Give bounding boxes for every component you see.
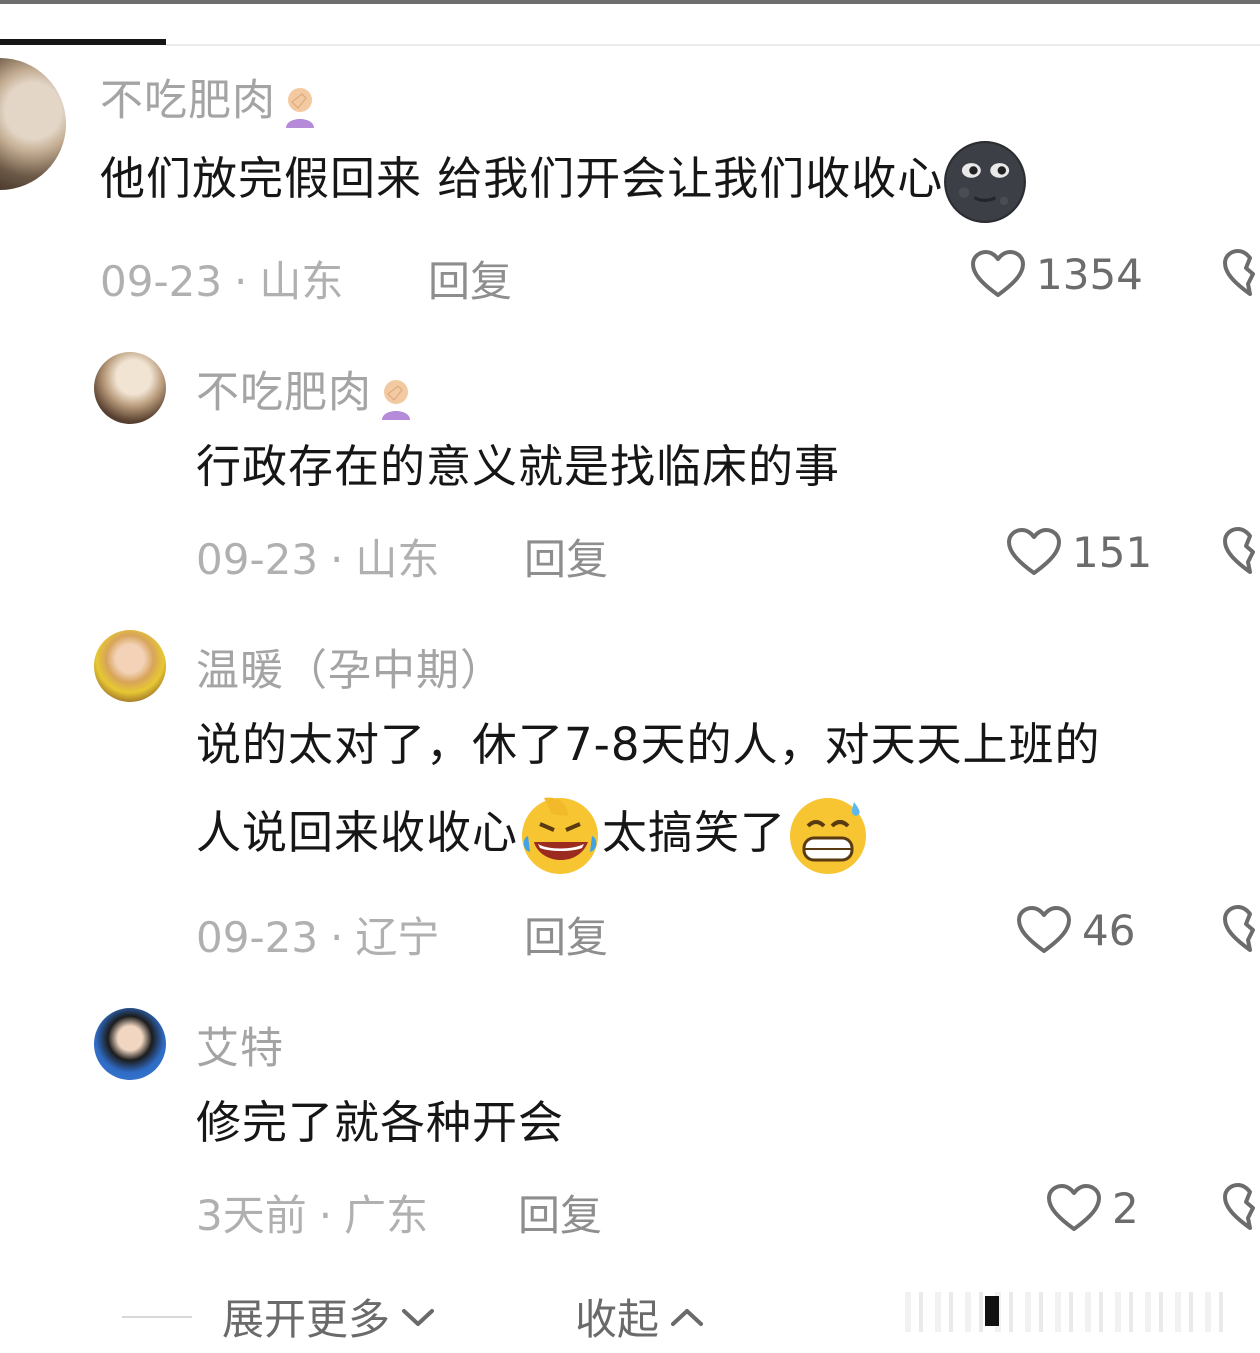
like-count: 151 — [1072, 527, 1153, 577]
dislike-button[interactable] — [1222, 248, 1260, 300]
tab-indicator — [0, 39, 166, 45]
watermark — [905, 1292, 1235, 1332]
broken-heart-icon — [1222, 904, 1260, 954]
reply-button[interactable]: 回复 — [524, 526, 608, 587]
avatar[interactable] — [94, 352, 166, 424]
facepalm-icon — [372, 372, 420, 420]
like-button[interactable]: 151 — [1006, 524, 1152, 580]
grinning-sweat-icon — [786, 794, 870, 878]
like-button[interactable]: 46 — [1016, 902, 1135, 958]
reply-button[interactable]: 回复 — [524, 904, 608, 965]
comment-username[interactable]: 温暖（孕中期） — [196, 636, 504, 698]
like-count: 1354 — [1036, 249, 1143, 299]
chevron-up-icon — [671, 1308, 704, 1326]
facepalm-icon — [276, 80, 324, 128]
avatar[interactable] — [94, 1008, 166, 1080]
reply-button[interactable]: 回复 — [518, 1182, 602, 1243]
dislike-button[interactable] — [1222, 1182, 1260, 1234]
top-rule — [0, 0, 1260, 4]
broken-heart-icon — [1222, 1182, 1260, 1232]
heart-icon — [970, 249, 1026, 299]
comment-meta: 09-23 · 辽宁 — [196, 913, 440, 962]
avatar[interactable] — [94, 630, 166, 702]
new-moon-face-icon — [943, 140, 1027, 224]
chevron-down-icon — [402, 1308, 435, 1326]
collapse-button[interactable]: 收起 — [575, 1286, 705, 1347]
reply-button[interactable]: 回复 — [428, 248, 512, 309]
collapse-label: 收起 — [575, 1295, 660, 1344]
heart-icon — [1016, 905, 1072, 955]
comment-text: 修完了就各种开会 — [196, 1096, 565, 1149]
like-button[interactable]: 1354 — [970, 246, 1143, 302]
comment-text: 他们放完假回来 给我们开会让我们收收心 — [100, 136, 1027, 224]
like-count: 46 — [1082, 905, 1136, 955]
broken-heart-icon — [1222, 248, 1260, 298]
comment-meta: 3天前 · 广东 — [196, 1191, 429, 1240]
watermark-mark — [985, 1296, 999, 1326]
rolling-laughing-icon — [518, 794, 602, 878]
comment-meta: 09-23 · 山东 — [196, 535, 440, 584]
comment-text-line-2: 人说回来收收心 太搞笑了 — [196, 790, 870, 878]
heart-icon — [1046, 1183, 1102, 1233]
broken-heart-icon — [1222, 526, 1260, 576]
like-button[interactable]: 2 — [1046, 1180, 1139, 1236]
expand-more-label: 展开更多 — [222, 1295, 391, 1344]
expand-divider — [122, 1316, 192, 1318]
comment-text-line-1: 说的太对了，休了7-8天的人，对天天上班的 — [196, 718, 1101, 771]
tab-divider — [166, 44, 1260, 46]
dislike-button[interactable] — [1222, 904, 1260, 956]
comment-username[interactable]: 艾特 — [196, 1014, 284, 1076]
like-count: 2 — [1112, 1183, 1139, 1233]
dislike-button[interactable] — [1222, 526, 1260, 578]
comment-username[interactable]: 不吃肥肉 — [196, 358, 420, 420]
heart-icon — [1006, 527, 1062, 577]
expand-more-button[interactable]: 展开更多 — [222, 1286, 436, 1347]
comment-text: 行政存在的意义就是找临床的事 — [196, 440, 841, 493]
comment-meta: 09-23 · 山东 — [100, 257, 344, 306]
avatar[interactable] — [0, 58, 66, 190]
comment-username[interactable]: 不吃肥肉 — [100, 66, 324, 128]
